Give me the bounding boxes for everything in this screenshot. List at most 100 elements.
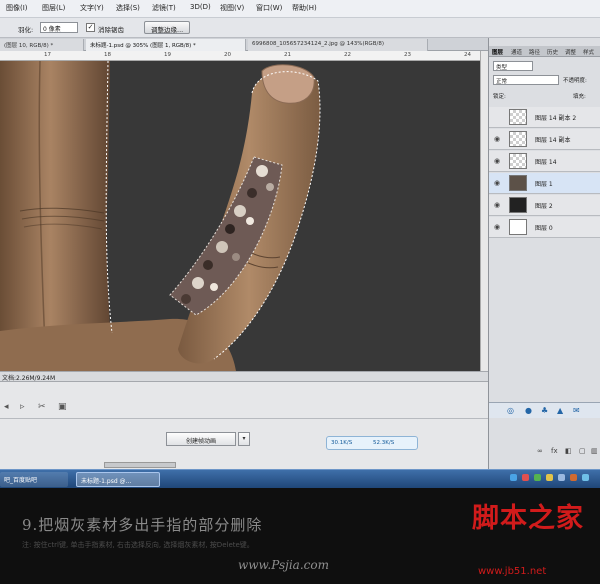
layer-row-selected[interactable]: ◉ 图层 1 [489,173,600,194]
document-tab-bar: (图层 10, RGB/8) * 未标题-1.psd @ 305% (图层 1,… [0,38,488,51]
site-url: www.jb51.net [478,566,547,577]
menu-type[interactable]: 文字(Y) [80,3,104,13]
menu-bar: 图像(I) 图层(L) 文字(Y) 选择(S) 滤镜(T) 3D(D) 视图(V… [0,0,600,18]
scissors-icon[interactable]: ✂ [38,402,46,412]
layer-name: 图层 1 [535,181,553,188]
user-icon[interactable]: ● [525,406,532,415]
taskbar-item-photoshop[interactable]: 未标题-1.psd @... [76,472,160,487]
menu-layer[interactable]: 图层(L) [42,3,65,13]
menu-select[interactable]: 选择(S) [116,3,140,13]
fill-label: 填充: [573,94,586,100]
group-icon[interactable]: ♣ [541,406,548,415]
layer-thumbnail [509,219,527,235]
new-layer-icon[interactable]: ▢ [579,447,586,455]
tray-icon[interactable] [510,474,517,481]
layer-thumbnail [509,109,527,125]
ruler-number: 23 [404,52,411,58]
ruler-number: 24 [464,52,471,58]
ruler-number: 22 [344,52,351,58]
tab-paths[interactable]: 路径 [529,48,540,56]
options-bar: 羽化: 0 像素 ✓ 消除锯齿 调整边缘... [0,18,600,38]
document-tab-active[interactable]: 未标题-1.psd @ 305% (图层 1, RGB/8) * [86,39,246,51]
tray-icon[interactable] [522,474,529,481]
layer-kind-filter[interactable]: 类型 [493,61,533,71]
delete-frame-icon[interactable]: ▣ [58,402,67,412]
layer-row[interactable]: ◉ 图层 2 [489,195,600,216]
layers-footer: ∞ fx ◧ ▢ ▥ [489,446,600,458]
tab-history[interactable]: 历史 [547,48,558,56]
site-watermark: www.Psjia.com [238,558,329,572]
ruler-number: 18 [104,52,111,58]
step-instructions: 注: 按住ctrl键, 单击手指素材, 右击选择反向, 选择烟灰素材, 按Del… [22,541,254,549]
layer-name: 图层 14 [535,159,557,166]
lock-icon[interactable]: ▲ [557,406,563,415]
layer-filter-row: 类型 [489,60,600,72]
chat-icon[interactable]: ✉ [573,406,580,415]
mask-icon[interactable]: ◧ [565,447,572,455]
link-icon[interactable]: ∞ [537,447,543,455]
antialias-label: 消除锯齿 [98,26,124,34]
tray-icon[interactable] [570,474,577,481]
frame-back-icon[interactable]: ◂ [4,402,9,412]
step-title: 9.把烟灰素材多出手指的部分删除 [22,516,263,534]
blend-row: 正常 不透明度: [489,74,600,86]
layers-panel: 图层 通道 路径 历史 调整 样式 类型 正常 不透明度: 锁定: 填充: 图层… [488,38,600,469]
tween-icon[interactable]: ▹ [20,402,25,412]
eye-icon[interactable]: ◉ [494,157,500,165]
blend-mode-select[interactable]: 正常 [493,75,559,85]
layer-name: 图层 14 副本 2 [535,115,577,122]
ruler-number: 17 [44,52,51,58]
taskbar-item-browser[interactable]: 吧_百度贴吧 [0,472,68,487]
tray-icon[interactable] [558,474,565,481]
canvas-artwork [0,61,321,371]
menu-window[interactable]: 窗口(W) [256,3,282,13]
ruler-number: 21 [284,52,291,58]
timeline-divider [0,418,488,419]
qq-toolbar: ◎ ● ♣ ▲ ✉ [489,402,600,418]
eye-icon[interactable]: ◉ [494,179,500,187]
tab-adjustments[interactable]: 调整 [565,48,576,56]
site-logo: 脚本之家 [472,503,584,534]
menu-help[interactable]: 帮助(H) [292,3,317,13]
canvas-vertical-scrollbar[interactable] [480,51,488,371]
document-canvas[interactable] [0,61,480,371]
tab-channels[interactable]: 通道 [511,48,522,56]
tray-icon[interactable] [582,474,589,481]
feather-input[interactable]: 0 像素 [40,22,78,33]
lock-label: 锁定: [493,94,506,100]
upload-speed: 30.1K/S [331,440,353,446]
layer-row[interactable]: 图层 14 副本 2 [489,107,600,128]
refine-edge-button[interactable]: 调整边缘... [144,21,191,34]
timeline-scrollbar[interactable] [104,462,176,468]
tray-icon[interactable] [534,474,541,481]
tray-icon[interactable] [546,474,553,481]
layer-row[interactable]: ◉ 图层 14 [489,151,600,172]
fx-button[interactable]: fx [551,447,558,455]
opacity-label: 不透明度: [563,78,587,84]
download-speed: 52.3K/S [373,440,395,446]
layer-name: 图层 0 [535,225,553,232]
document-tab-1[interactable]: (图层 10, RGB/8) * [0,39,84,51]
panel-tab-bar: 图层 通道 路径 历史 调整 样式 [489,46,600,57]
antialias-checkbox[interactable]: ✓ [86,23,95,32]
menu-view[interactable]: 视图(V) [220,3,244,13]
layer-row[interactable]: ◉ 图层 0 [489,217,600,238]
layer-thumbnail [509,197,527,213]
menu-3d[interactable]: 3D(D) [190,3,211,11]
layer-name: 图层 2 [535,203,553,210]
trash-icon[interactable]: ▥ [591,447,598,455]
eye-icon[interactable]: ◉ [494,201,500,209]
layer-row[interactable]: ◉ 图层 14 副本 [489,129,600,150]
eye-icon[interactable]: ◉ [494,223,500,231]
create-frame-animation-button[interactable]: 创建帧动画 [166,432,236,446]
feather-label: 羽化: [18,26,34,34]
tab-styles[interactable]: 样式 [583,48,594,56]
menu-filter[interactable]: 滤镜(T) [152,3,176,13]
tab-layers[interactable]: 图层 [492,48,503,56]
horizontal-ruler: 17 18 19 20 21 22 23 24 [0,51,480,61]
menu-image[interactable]: 图像(I) [6,3,28,13]
search-icon[interactable]: ◎ [507,406,514,415]
chevron-down-icon[interactable]: ▾ [238,432,250,446]
eye-icon[interactable]: ◉ [494,135,500,143]
document-tab-3[interactable]: 6996808_105657234124_2.jpg @ 143%(RGB/8) [248,39,428,51]
